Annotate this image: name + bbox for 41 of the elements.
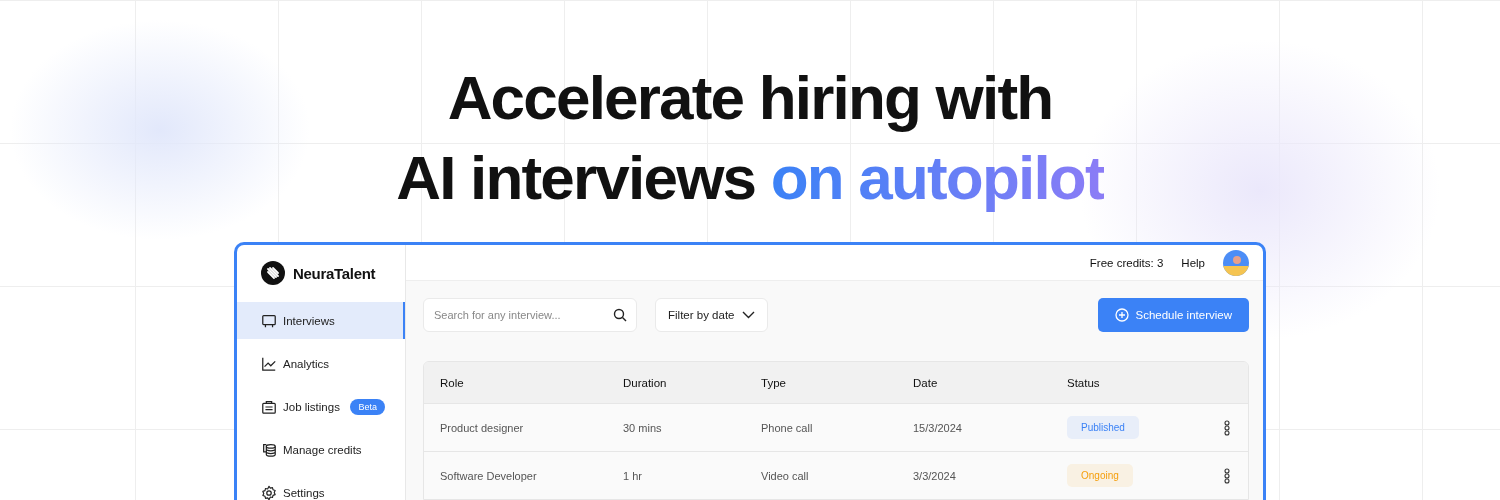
- column-header: Role: [440, 376, 465, 389]
- table-cell-text: Product designer: [440, 421, 525, 434]
- column-header: Duration: [623, 376, 668, 389]
- chart-icon: [261, 355, 277, 372]
- brand-name: NeuraTalent: [293, 264, 376, 282]
- table-cell-text: 1 hr: [623, 469, 643, 482]
- table-cell-text: Software Developer: [440, 469, 538, 482]
- status-tag: Ongoing: [1067, 464, 1133, 487]
- table-cell-text: Phone call: [761, 421, 814, 434]
- headline: Accelerate hiring with: [447, 62, 1053, 134]
- nav-item[interactable]: Interviews: [237, 302, 405, 339]
- table-cell-text: Video call: [761, 469, 810, 482]
- settings-icon: [261, 484, 277, 500]
- filter-dropdown[interactable]: Filter by date: [655, 298, 769, 332]
- table-cell-text: 30 mins: [623, 421, 663, 434]
- briefcase-icon: [261, 398, 277, 415]
- more-icon[interactable]: [1224, 419, 1230, 436]
- column-header: Type: [761, 376, 787, 389]
- nav-item[interactable]: Job listings Beta: [237, 388, 405, 425]
- presentation-icon: [261, 312, 277, 329]
- table-cell-text: 3/3/2024: [913, 469, 957, 482]
- credits-label: Free credits: 3: [1089, 256, 1164, 269]
- schedule-button[interactable]: Schedule interview: [1098, 298, 1249, 332]
- search-field[interactable]: Search for any interview...: [423, 298, 637, 332]
- beta-badge: Beta: [350, 398, 385, 415]
- column-header: Status: [1067, 376, 1101, 389]
- column-header: Date: [913, 376, 939, 389]
- plus-circle-icon: [1115, 308, 1130, 322]
- avatar[interactable]: [1223, 249, 1249, 276]
- chevron-down-icon: [742, 311, 756, 319]
- table-cell-text: 15/3/2024: [913, 421, 963, 434]
- help-link[interactable]: Help: [1181, 256, 1205, 269]
- coins-icon: [261, 441, 277, 458]
- status-tag: Published: [1067, 416, 1139, 439]
- nav-item[interactable]: Settings: [237, 474, 405, 500]
- more-icon[interactable]: [1224, 467, 1230, 484]
- nav-item[interactable]: Analytics: [237, 345, 405, 382]
- headline: AI interviews: [396, 143, 756, 212]
- nav-item[interactable]: Manage credits: [237, 431, 405, 468]
- search-icon: [613, 308, 627, 322]
- logo-icon: [261, 261, 285, 285]
